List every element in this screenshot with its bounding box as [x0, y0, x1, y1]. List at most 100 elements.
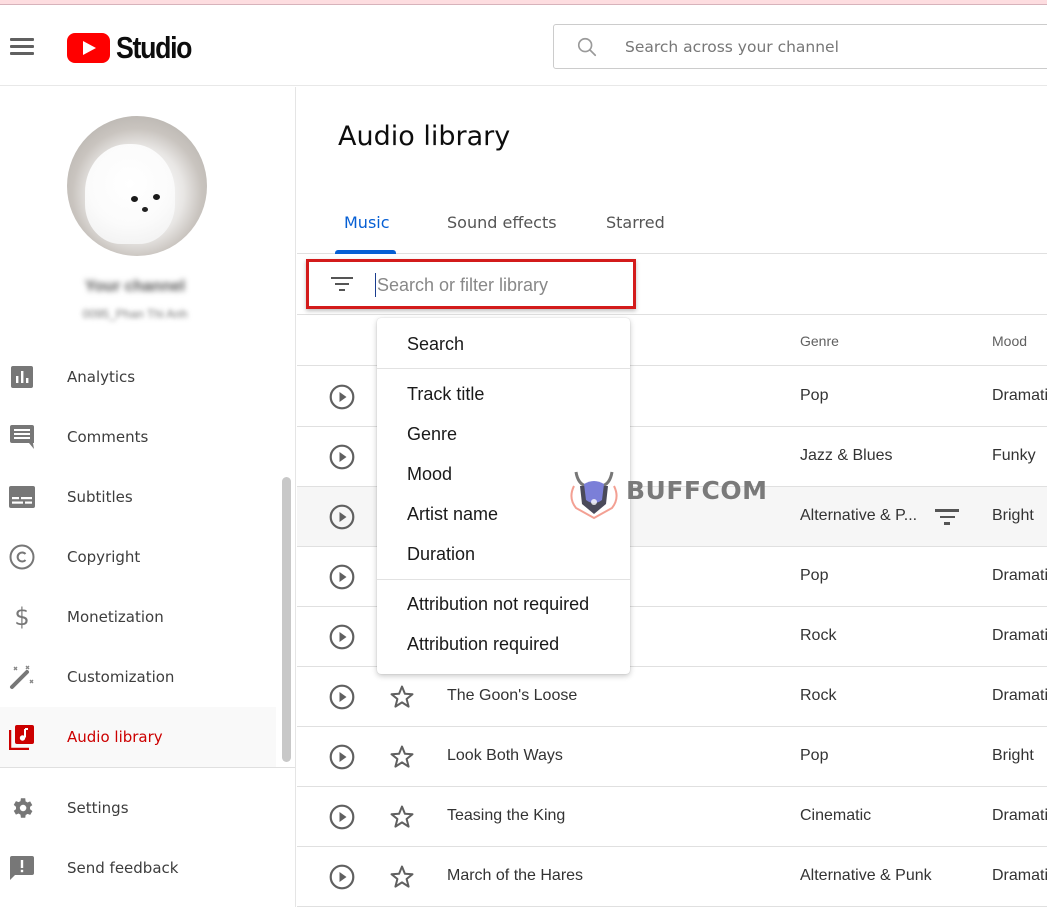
filter-search-input[interactable] [375, 273, 625, 297]
star-icon[interactable] [389, 684, 415, 710]
play-icon[interactable] [329, 744, 355, 770]
menu-item-attribution-required[interactable]: Attribution required [377, 624, 630, 664]
filter-icon[interactable] [331, 277, 353, 293]
track-row[interactable]: The Goon's Loose Rock Dramatic [297, 667, 1047, 727]
track-genre: Pop [800, 387, 829, 404]
search-icon [577, 37, 597, 57]
track-title: The Goon's Loose [447, 687, 578, 704]
filter-bar [297, 255, 1047, 315]
sidebar-item-monetization[interactable]: $ Monetization [0, 587, 276, 647]
play-icon[interactable] [329, 504, 355, 530]
browser-top-strip [0, 0, 1047, 5]
menu-icon[interactable] [10, 38, 34, 55]
track-mood: Funky [992, 447, 1036, 464]
track-row[interactable]: Look Both Ways Pop Bright [297, 727, 1047, 787]
menu-item-label: Attribution required [407, 634, 560, 654]
gear-icon [9, 795, 35, 821]
tab-music[interactable]: Music [344, 213, 390, 232]
channel-handle: 0095_Phan Thi Anh [82, 307, 188, 321]
youtube-studio-logo[interactable]: Studio [67, 30, 203, 66]
column-header-mood[interactable]: Mood [992, 333, 1027, 349]
sidebar-item-label: Comments [67, 428, 149, 446]
track-mood: Bright [992, 747, 1034, 764]
sidebar-item-subtitles[interactable]: Subtitles [0, 467, 276, 527]
search-placeholder: Search across your channel [625, 38, 839, 56]
feedback-icon [9, 855, 35, 881]
menu-item-label: Genre [407, 424, 458, 444]
sidebar-item-label: Settings [67, 799, 129, 817]
sidebar-item-comments[interactable]: Comments [0, 407, 276, 467]
column-header-genre[interactable]: Genre [800, 333, 839, 349]
sidebar-item-copyright[interactable]: Copyright [0, 527, 276, 587]
play-icon[interactable] [329, 564, 355, 590]
track-mood: Dramatic [992, 387, 1047, 404]
track-title: Teasing the King [447, 807, 566, 824]
channel-avatar[interactable] [67, 116, 207, 256]
dollar-icon: $ [14, 603, 30, 631]
page-title: Audio library [338, 121, 511, 152]
play-icon[interactable] [329, 384, 355, 410]
track-row[interactable]: March of the Hares Alternative & Punk Dram… [297, 847, 1047, 907]
sidebar-item-send-feedback[interactable]: Send feedback [0, 838, 276, 898]
sidebar-item-label: Subtitles [67, 488, 133, 506]
sidebar-item-label: Analytics [67, 368, 136, 386]
sidebar-item-label: Audio library [67, 728, 163, 746]
comments-icon [9, 424, 35, 450]
avatar-eye [131, 196, 138, 202]
track-mood: Dramatic [992, 687, 1047, 704]
menu-item-label: Duration [407, 544, 476, 564]
menu-item-label: Artist name [407, 504, 499, 524]
sidebar-item-settings[interactable]: Settings [0, 778, 276, 838]
track-genre: Rock [800, 627, 837, 644]
filter-dropdown-menu: Search Track title Genre Mood Artist nam… [377, 318, 630, 674]
filter-by-genre-icon[interactable] [935, 509, 959, 527]
track-title: March of the Hares [447, 867, 584, 884]
tab-sound-effects[interactable]: Sound effects [447, 213, 557, 232]
channel-name: Your channel [84, 278, 186, 295]
sidebar-divider [0, 767, 295, 768]
track-mood: Bright [992, 507, 1034, 524]
star-icon[interactable] [389, 804, 415, 830]
menu-item-mood[interactable]: Mood [377, 454, 630, 494]
avatar-nose [142, 207, 148, 212]
analytics-icon [9, 364, 35, 390]
menu-item-label: Mood [407, 464, 453, 484]
track-genre: Pop [800, 747, 829, 764]
audio-library-icon [9, 724, 35, 750]
channel-search-input[interactable]: Search across your channel [553, 24, 1047, 69]
sidebar: Your channel 0095_Phan Thi Anh Analytics… [0, 87, 296, 907]
menu-item-attribution-not-required[interactable]: Attribution not required [377, 584, 630, 624]
play-icon[interactable] [329, 624, 355, 650]
sidebar-item-label: Copyright [67, 548, 141, 566]
menu-item-artist-name[interactable]: Artist name [377, 494, 630, 534]
sidebar-item-analytics[interactable]: Analytics [0, 347, 276, 407]
star-icon[interactable] [389, 744, 415, 770]
sidebar-item-label: Customization [67, 668, 175, 686]
menu-item-label: Search [407, 334, 465, 354]
menu-item-duration[interactable]: Duration [377, 534, 630, 574]
track-genre: Cinematic [800, 807, 872, 824]
app-header: Studio Search across your channel [0, 6, 1047, 86]
menu-divider [377, 579, 630, 580]
menu-item-track-title[interactable]: Track title [377, 374, 630, 414]
menu-item-search[interactable]: Search [377, 324, 630, 364]
avatar-dog-image [85, 144, 175, 244]
menu-divider [377, 368, 630, 369]
star-icon[interactable] [389, 864, 415, 890]
sidebar-item-customization[interactable]: Customization [0, 647, 276, 707]
track-genre: Jazz & Blues [800, 447, 893, 464]
sidebar-item-audio-library[interactable]: Audio library [0, 707, 276, 767]
play-icon[interactable] [329, 804, 355, 830]
tab-starred[interactable]: Starred [606, 213, 665, 232]
play-icon[interactable] [329, 864, 355, 890]
sidebar-scrollbar[interactable] [282, 477, 291, 762]
subtitles-icon [9, 484, 35, 510]
track-title: Look Both Ways [447, 747, 563, 764]
menu-item-genre[interactable]: Genre [377, 414, 630, 454]
play-icon[interactable] [329, 684, 355, 710]
play-icon[interactable] [329, 444, 355, 470]
sidebar-item-label: Monetization [67, 608, 164, 626]
track-genre: Rock [800, 687, 837, 704]
active-tab-indicator [335, 250, 396, 254]
track-row[interactable]: Teasing the King Cinematic Dramatic [297, 787, 1047, 847]
